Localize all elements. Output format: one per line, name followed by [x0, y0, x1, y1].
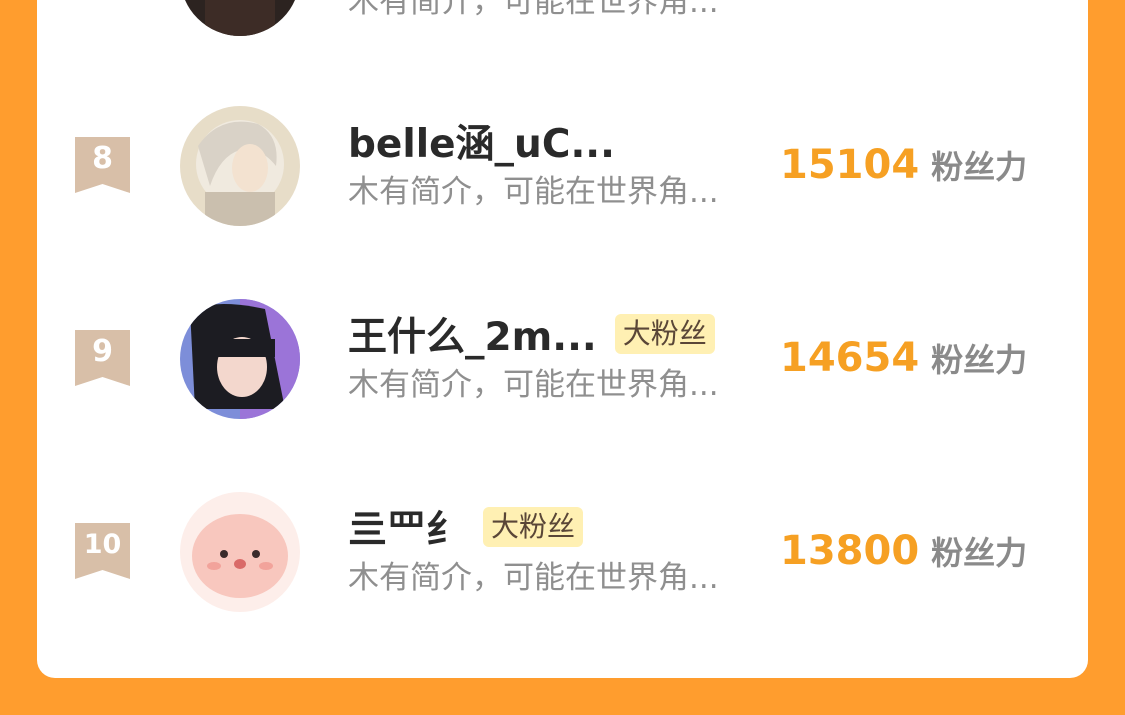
big-fan-badge: 大粉丝	[614, 314, 715, 354]
fan-power-label: 粉丝力	[931, 148, 1028, 186]
avatar-image	[180, 492, 300, 612]
rank-ribbon-icon: 8	[75, 137, 130, 193]
user-intro: 木有简介，可能在世界角...	[348, 560, 719, 596]
fan-power-label: 粉丝力	[931, 534, 1028, 572]
user-name[interactable]: 亖罒纟	[348, 499, 465, 555]
user-name-line: belle涵_uC...	[348, 114, 615, 168]
fan-ranking-card: 木有简介，可能在世界角... 8 belle涵_uC... 木有简介，可能在世界…	[37, 0, 1088, 678]
user-intro: 木有简介，可能在世界角...	[348, 0, 719, 20]
ranking-row[interactable]: 木有简介，可能在世界角...	[37, 0, 1088, 40]
fan-power: 15104 粉丝力	[780, 142, 1027, 188]
rank-ribbon-icon: 10	[75, 523, 130, 579]
user-name-line: 王什么_2m... 大粉丝	[348, 307, 715, 361]
avatar[interactable]	[180, 0, 300, 36]
user-name[interactable]: 王什么_2m...	[348, 306, 597, 362]
user-name[interactable]: belle涵_uC...	[348, 113, 615, 169]
avatar-image	[180, 299, 300, 419]
avatar[interactable]	[180, 299, 300, 419]
user-name-line: 亖罒纟 大粉丝	[348, 499, 584, 555]
fan-power: 13800 粉丝力	[780, 528, 1027, 574]
avatar-image	[180, 106, 300, 226]
user-intro: 木有简介，可能在世界角...	[348, 367, 719, 403]
ranking-row[interactable]: 10 亖罒纟 大粉丝 木有简介，可能在世界角... 13800 粉丝力	[37, 486, 1088, 616]
fan-power-value: 15104	[780, 142, 920, 188]
avatar-image	[180, 0, 300, 36]
ranking-row[interactable]: 8 belle涵_uC... 木有简介，可能在世界角... 15104 粉丝力	[37, 100, 1088, 230]
fan-power-value: 14654	[780, 335, 920, 381]
fan-power-value: 13800	[780, 528, 920, 574]
avatar[interactable]	[180, 106, 300, 226]
user-intro: 木有简介，可能在世界角...	[348, 174, 719, 210]
rank-ribbon-icon: 9	[75, 330, 130, 386]
ranking-row[interactable]: 9 王什么_2m... 大粉丝 木有简介，可能在世界角... 14654 粉丝力	[37, 293, 1088, 423]
fan-power: 14654 粉丝力	[780, 335, 1027, 381]
fan-power-label: 粉丝力	[931, 341, 1028, 379]
big-fan-badge: 大粉丝	[483, 507, 584, 547]
avatar[interactable]	[180, 492, 300, 612]
